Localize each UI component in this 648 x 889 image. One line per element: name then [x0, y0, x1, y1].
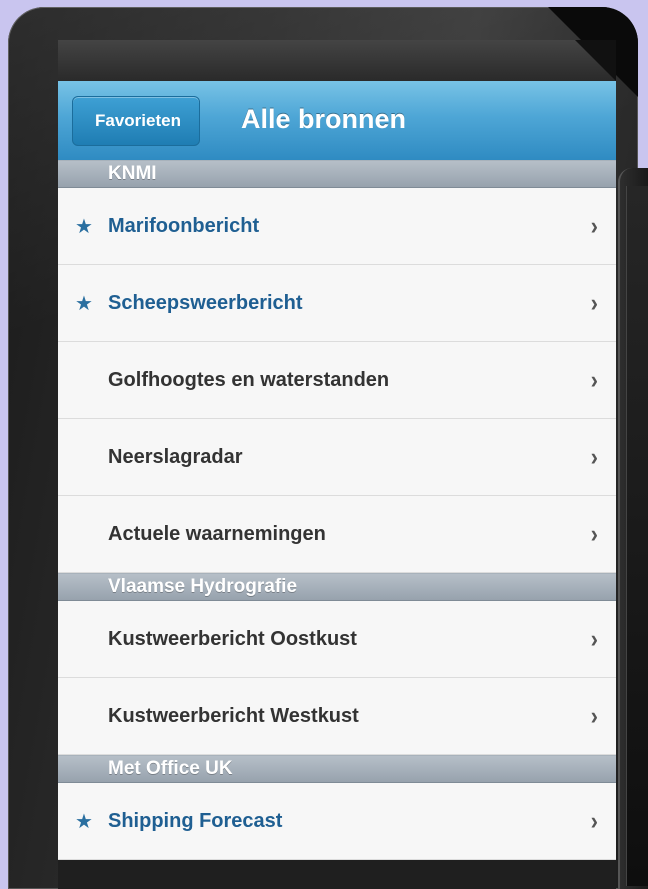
list-item-label: Scheepsweerbericht [108, 291, 303, 314]
list-item-label: Kustweerbericht Oostkust [108, 627, 357, 650]
status-bar [58, 40, 616, 81]
list-item[interactable]: ★ Shipping Forecast › [58, 783, 616, 860]
list-item-label: Actuele waarnemingen [108, 522, 326, 545]
list-item-label: Marifoonbericht [108, 214, 260, 237]
list-item[interactable]: Golfhoogtes en waterstanden › [58, 342, 616, 419]
section-header: KNMI [58, 160, 616, 188]
tablet-frame: Favorieten Alle bronnen KNMI ★ Marifoonber… [8, 7, 638, 889]
section-header: Vlaamse Hydrografie [58, 573, 616, 601]
app-screen: Favorieten Alle bronnen KNMI ★ Marifoonber… [58, 40, 616, 889]
list-item[interactable]: Kustweerbericht Westkust › [58, 678, 616, 755]
list-item[interactable]: Kustweerbericht Oostkust › [58, 601, 616, 678]
list-item[interactable]: Neerslagradar › [58, 419, 616, 496]
star-icon: ★ [75, 215, 93, 238]
background-panel-edge [618, 168, 648, 889]
section-header: Met Office UK [58, 755, 616, 783]
list-item-label: Neerslagradar [108, 445, 243, 468]
star-icon: ★ [75, 292, 93, 315]
star-icon: ★ [75, 810, 93, 833]
background-panel-inner [626, 186, 648, 886]
sources-list: KNMI ★ Marifoonbericht › ★ Scheepsweerbericht… [58, 160, 616, 860]
chevron-right-icon: › [590, 288, 598, 317]
list-item-label: Golfhoogtes en waterstanden [108, 368, 390, 391]
page-title: Alle bronnen [241, 104, 407, 134]
list-item[interactable]: ★ Scheepsweerbericht › [58, 265, 616, 342]
chevron-right-icon: › [590, 806, 598, 835]
list-item-label: Shipping Forecast [108, 809, 283, 832]
chevron-right-icon: › [590, 211, 598, 240]
chevron-right-icon: › [590, 442, 598, 471]
back-button-favorieten[interactable]: Favorieten [72, 96, 200, 146]
list-item[interactable]: Actuele waarnemingen › [58, 496, 616, 573]
chevron-right-icon: › [590, 519, 598, 548]
list-item[interactable]: ★ Marifoonbericht › [58, 188, 616, 265]
navigation-bar: Favorieten Alle bronnen [58, 81, 616, 161]
status-bar-corner [575, 40, 616, 81]
chevron-right-icon: › [590, 624, 598, 653]
back-button-label: Favorieten [95, 111, 181, 130]
chevron-right-icon: › [590, 365, 598, 394]
chevron-right-icon: › [590, 701, 598, 730]
list-item-label: Kustweerbericht Westkust [108, 704, 359, 727]
